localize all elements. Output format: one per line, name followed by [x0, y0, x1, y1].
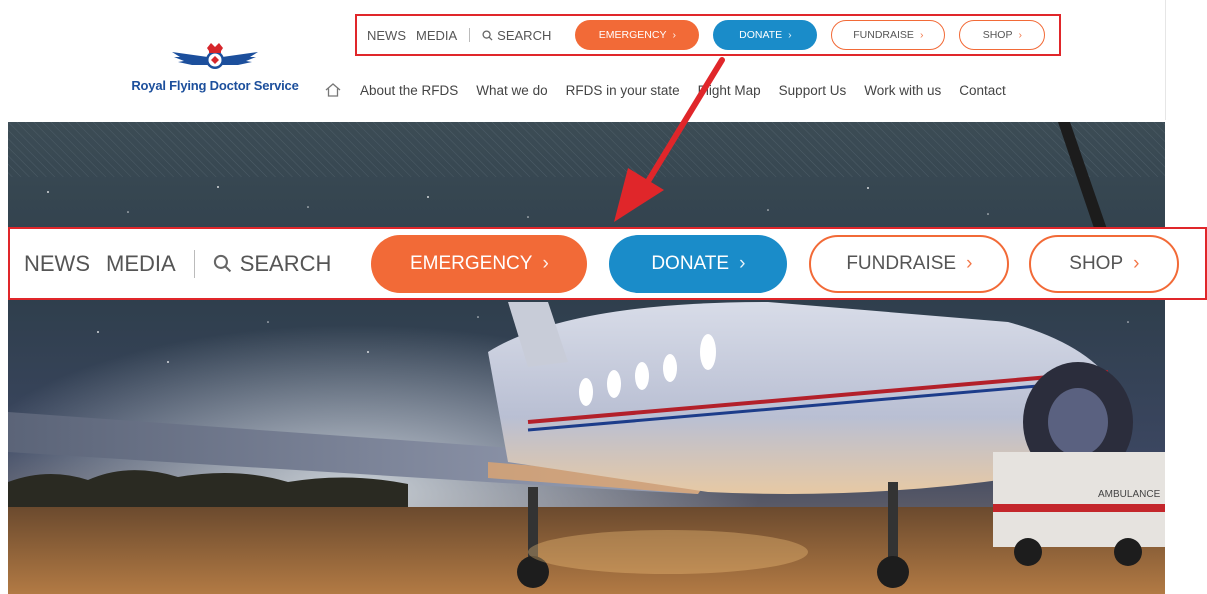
news-link[interactable]: NEWS — [24, 251, 90, 277]
chevron-right-icon: › — [966, 252, 973, 274]
nav-what-we-do[interactable]: What we do — [476, 83, 547, 98]
emergency-button[interactable]: EMERGENCY › — [575, 20, 700, 50]
news-link[interactable]: NEWS — [367, 28, 406, 43]
hero-aircraft-photo: AMBULANCE — [8, 122, 1165, 594]
utility-bar-zoomed: NEWS MEDIA SEARCH EMERGENCY › DONATE › FUN… — [10, 229, 1180, 298]
utility-bar: NEWS MEDIA SEARCH EMERGENCY › DONATE › FUN… — [357, 16, 1046, 54]
nav-flight-map[interactable]: Flight Map — [698, 83, 761, 98]
donate-label: DONATE — [739, 29, 783, 41]
utility-divider — [193, 249, 195, 278]
fundraise-label: FUNDRAISE — [853, 29, 914, 41]
search-label: SEARCH — [239, 250, 332, 276]
home-icon[interactable] — [324, 81, 342, 99]
nav-work-with-us[interactable]: Work with us — [864, 83, 941, 98]
rfds-logo[interactable]: Royal Flying Doctor Service — [120, 38, 310, 98]
shop-button[interactable]: SHOP › — [1029, 234, 1180, 293]
chevron-right-icon: › — [919, 29, 924, 41]
page-edge-rule — [1165, 0, 1166, 120]
utility-divider — [469, 28, 471, 42]
ambulance-label: AMBULANCE — [1098, 489, 1161, 500]
media-link[interactable]: MEDIA — [416, 28, 457, 43]
emergency-label: EMERGENCY — [598, 29, 667, 41]
donate-button[interactable]: DONATE › — [713, 20, 818, 50]
shop-label: SHOP — [982, 29, 1013, 41]
emergency-label: EMERGENCY — [409, 252, 533, 274]
fundraise-button[interactable]: FUNDRAISE › — [809, 234, 1010, 293]
chevron-right-icon: › — [739, 252, 746, 274]
hero-image: AMBULANCE — [8, 122, 1165, 594]
brand-name: Royal Flying Doctor Service — [131, 78, 299, 93]
search-link[interactable]: SEARCH — [213, 250, 332, 277]
emergency-button[interactable]: EMERGENCY › — [371, 234, 588, 293]
nav-rfds-in-your-state[interactable]: RFDS in your state — [566, 83, 680, 98]
search-icon — [482, 29, 493, 41]
fundraise-button[interactable]: FUNDRAISE › — [831, 20, 946, 50]
nav-support-us[interactable]: Support Us — [779, 83, 847, 98]
main-navigation: About the RFDS What we do RFDS in your s… — [324, 80, 1024, 100]
utility-bar-zoom-callout: NEWS MEDIA SEARCH EMERGENCY › DONATE › FUN… — [8, 227, 1207, 300]
search-icon — [213, 254, 231, 273]
search-link[interactable]: SEARCH — [482, 28, 551, 43]
chevron-right-icon: › — [542, 252, 549, 274]
chevron-right-icon: › — [1133, 252, 1140, 274]
chevron-right-icon: › — [672, 29, 676, 41]
fundraise-label: FUNDRAISE — [846, 252, 957, 274]
shop-button[interactable]: SHOP › — [959, 20, 1046, 50]
shop-label: SHOP — [1069, 252, 1124, 274]
utility-bar-highlight: NEWS MEDIA SEARCH EMERGENCY › DONATE › FUN… — [355, 14, 1061, 56]
donate-button[interactable]: DONATE › — [609, 234, 788, 293]
media-link[interactable]: MEDIA — [106, 251, 176, 277]
rfds-wings-emblem-icon — [172, 43, 258, 69]
donate-label: DONATE — [651, 252, 730, 274]
nav-contact[interactable]: Contact — [959, 83, 1006, 98]
chevron-right-icon: › — [788, 29, 792, 41]
chevron-right-icon: › — [1018, 29, 1022, 41]
nav-about[interactable]: About the RFDS — [360, 83, 458, 98]
search-label: SEARCH — [497, 27, 552, 43]
